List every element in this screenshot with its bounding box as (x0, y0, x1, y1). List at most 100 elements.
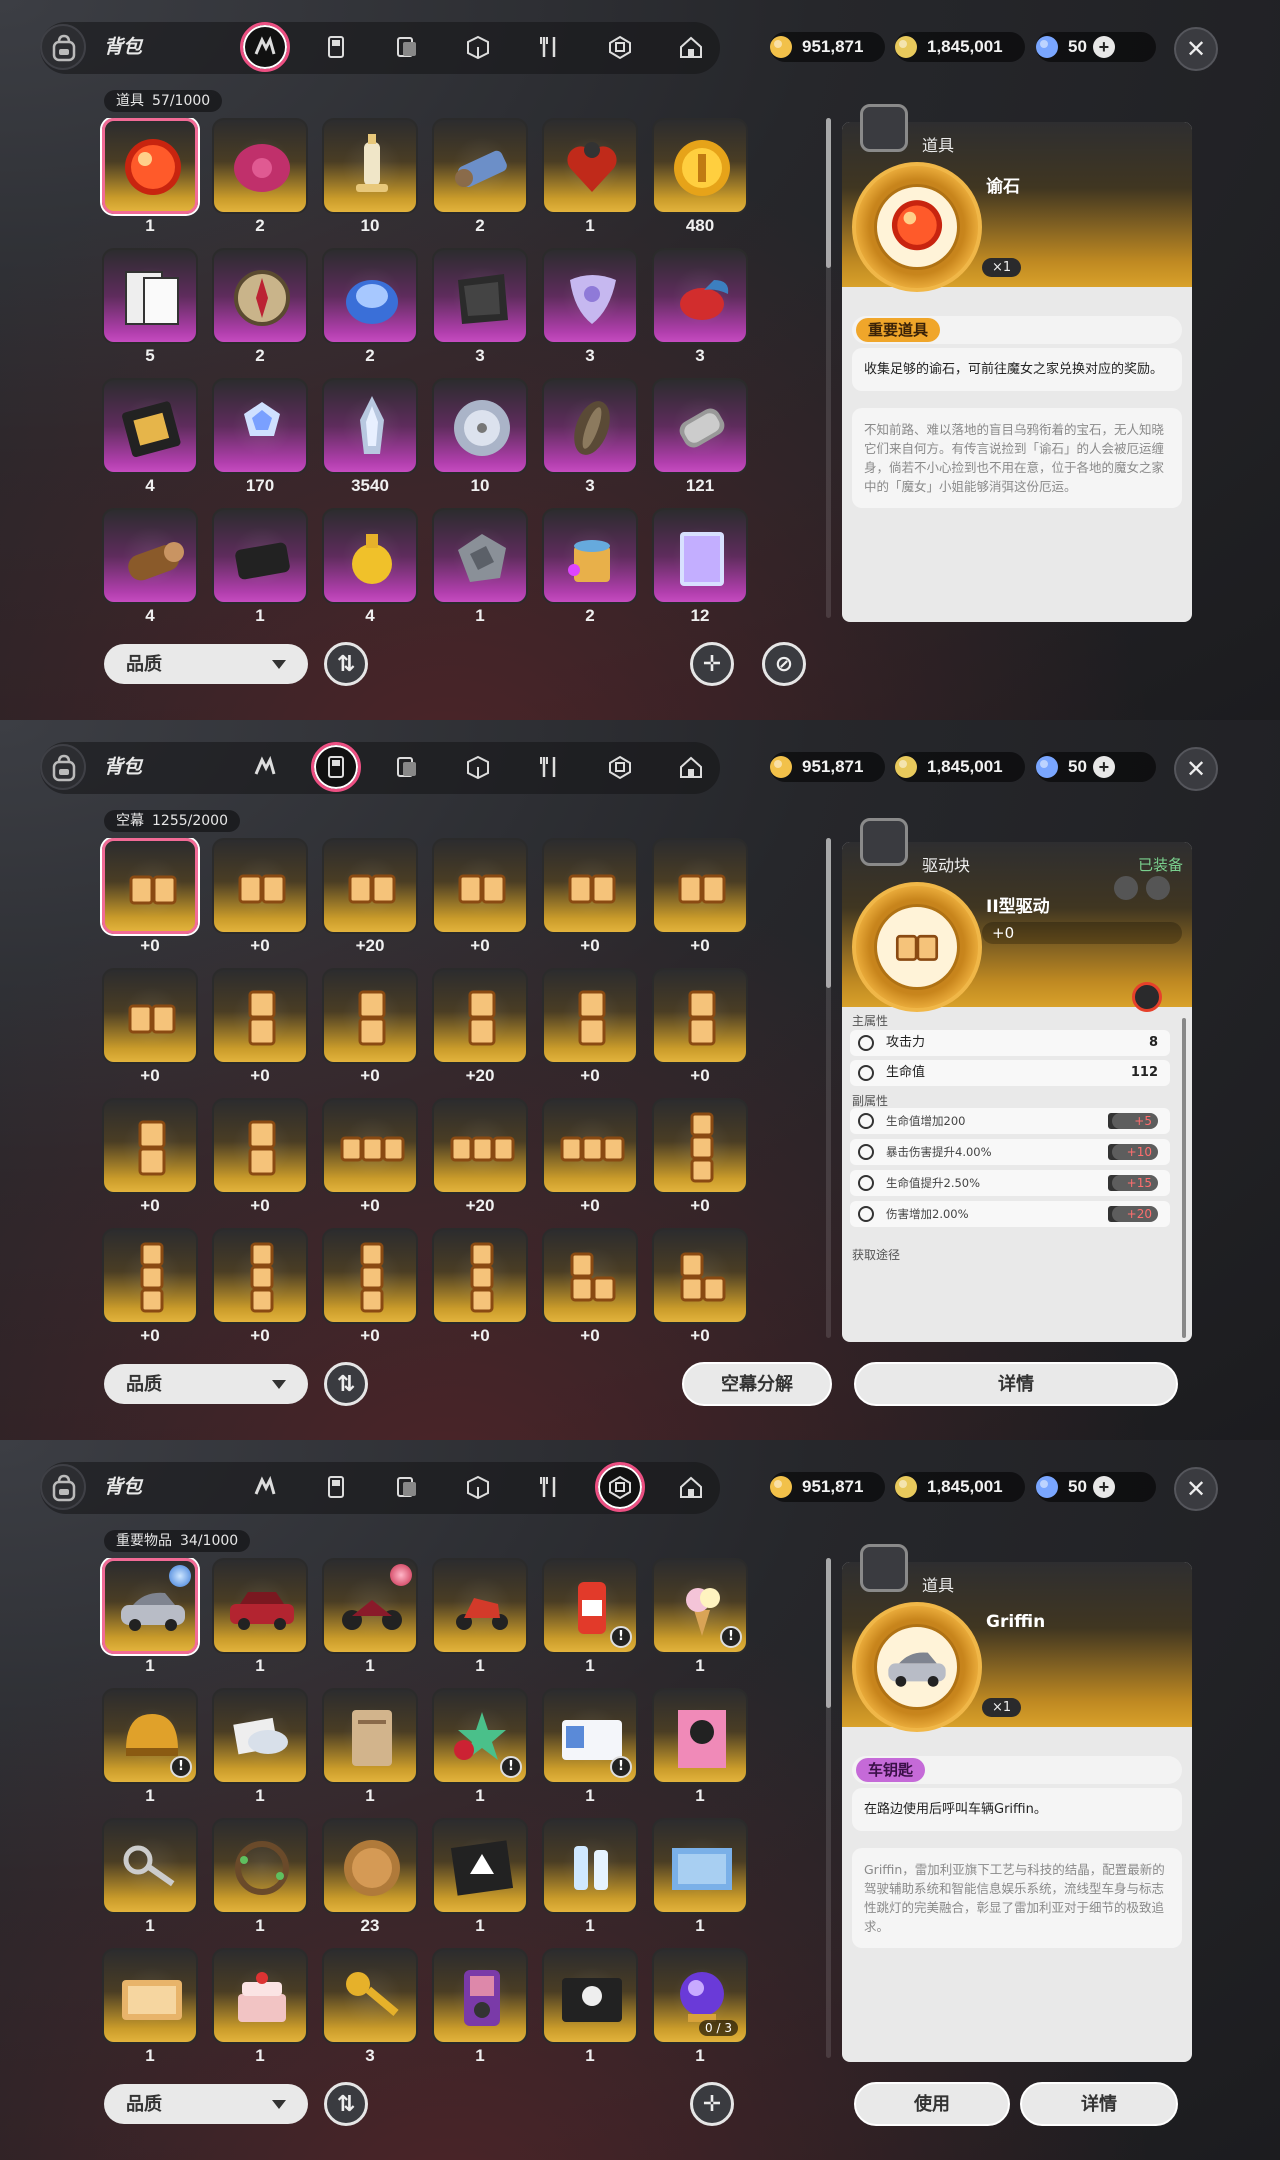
trash-icon[interactable] (1114, 876, 1138, 900)
item-slot[interactable]: 1 (210, 1948, 310, 2068)
items-tab[interactable] (245, 1467, 285, 1507)
home-tab[interactable] (671, 747, 711, 787)
item-slot[interactable]: 2 (430, 118, 530, 238)
item-slot[interactable]: +0 (540, 838, 640, 958)
key-items-tab[interactable] (600, 747, 640, 787)
item-slot[interactable]: 1 (430, 1558, 530, 1678)
item-slot[interactable]: +0 (210, 968, 310, 1088)
item-slot[interactable]: 1 (100, 1558, 200, 1678)
item-slot[interactable]: +0 (540, 1228, 640, 1348)
item-slot[interactable]: +20 (430, 968, 530, 1088)
add-crystal-button[interactable]: + (1092, 1476, 1115, 1498)
detail-scrollbar[interactable] (826, 118, 831, 618)
items-tab[interactable] (245, 747, 285, 787)
item-slot[interactable]: 1 (210, 1558, 310, 1678)
item-slot[interactable]: +0 (430, 1228, 530, 1348)
item-slot[interactable]: 3 (320, 1948, 420, 2068)
item-slot[interactable]: 1 (650, 1818, 750, 1938)
item-slot[interactable]: +0 (540, 1098, 640, 1218)
items-tab[interactable] (240, 22, 290, 72)
item-slot[interactable]: 1 (100, 1948, 200, 2068)
item-slot[interactable]: 2 (540, 508, 640, 628)
set-bonus-icon[interactable] (1132, 982, 1162, 1012)
crosshair-button[interactable]: ✛ (690, 2082, 734, 2126)
item-slot[interactable]: 2 (210, 248, 310, 368)
sort-order-button[interactable]: ⇅ (324, 642, 368, 686)
item-slot[interactable]: ! 1 (430, 1688, 530, 1808)
item-slot[interactable]: 2 (210, 118, 310, 238)
item-slot[interactable]: +0 (320, 1228, 420, 1348)
item-slot[interactable]: 2 (320, 248, 420, 368)
disable-button[interactable]: ⊘ (762, 642, 806, 686)
add-crystal-button[interactable]: + (1092, 36, 1115, 58)
scroll-thumb[interactable] (826, 838, 831, 988)
close-button[interactable]: ✕ (1174, 747, 1218, 791)
lock-icon[interactable] (1146, 876, 1170, 900)
item-slot[interactable]: 12 (650, 508, 750, 628)
item-slot[interactable]: 5 (100, 248, 200, 368)
item-slot[interactable]: 1 (430, 1948, 530, 2068)
item-slot[interactable]: +0 (540, 968, 640, 1088)
item-slot[interactable]: 4 (320, 508, 420, 628)
item-slot[interactable]: +0 (430, 838, 530, 958)
item-slot[interactable]: +0 (650, 1228, 750, 1348)
item-slot[interactable]: ! 1 (100, 1688, 200, 1808)
box-tab[interactable] (458, 747, 498, 787)
album-tab[interactable] (387, 27, 427, 67)
item-slot[interactable]: +0 (650, 1098, 750, 1218)
item-slot[interactable]: +0 (100, 838, 200, 958)
detail-inner-scrollbar[interactable] (1182, 1018, 1186, 1338)
item-slot[interactable]: 3 (650, 248, 750, 368)
item-slot[interactable]: +0 (100, 968, 200, 1088)
item-slot[interactable]: 4 (100, 508, 200, 628)
item-slot[interactable]: 10 (320, 118, 420, 238)
item-slot[interactable]: +0 (210, 1228, 310, 1348)
item-slot[interactable]: 0 / 3 1 (650, 1948, 750, 2068)
food-tab[interactable] (529, 1467, 569, 1507)
box-tab[interactable] (458, 1467, 498, 1507)
item-slot[interactable]: +0 (210, 838, 310, 958)
key-items-tab[interactable] (595, 1462, 645, 1512)
item-slot[interactable]: +0 (210, 1098, 310, 1218)
decompose-button[interactable]: 空幕分解 (682, 1362, 832, 1406)
close-button[interactable]: ✕ (1174, 27, 1218, 71)
detail-scrollbar[interactable] (826, 1558, 831, 2058)
item-slot[interactable]: +0 (100, 1228, 200, 1348)
quality-filter-dropdown[interactable]: 品质 (104, 2084, 308, 2124)
item-slot[interactable]: 1 (540, 1948, 640, 2068)
home-tab[interactable] (671, 1467, 711, 1507)
item-slot[interactable]: 10 (430, 378, 530, 498)
home-tab[interactable] (671, 27, 711, 67)
item-slot[interactable]: 1 (430, 508, 530, 628)
item-slot[interactable]: 121 (650, 378, 750, 498)
item-slot[interactable]: 1 (210, 508, 310, 628)
item-slot[interactable]: 1 (540, 118, 640, 238)
item-slot[interactable]: +0 (650, 838, 750, 958)
sort-order-button[interactable]: ⇅ (324, 2082, 368, 2126)
item-slot[interactable]: +0 (650, 968, 750, 1088)
item-slot[interactable]: 3 (540, 378, 640, 498)
item-slot[interactable]: 1 (210, 1818, 310, 1938)
item-slot[interactable]: 23 (320, 1818, 420, 1938)
sort-order-button[interactable]: ⇅ (324, 1362, 368, 1406)
quality-filter-dropdown[interactable]: 品质 (104, 1364, 308, 1404)
item-slot[interactable]: 3540 (320, 378, 420, 498)
item-slot[interactable]: +20 (320, 838, 420, 958)
item-slot[interactable]: ! 1 (540, 1558, 640, 1678)
drive-tab[interactable] (311, 742, 361, 792)
add-crystal-button[interactable]: + (1092, 756, 1115, 778)
album-tab[interactable] (387, 1467, 427, 1507)
item-slot[interactable]: +20 (430, 1098, 530, 1218)
item-slot[interactable]: ! 1 (540, 1688, 640, 1808)
scroll-thumb[interactable] (826, 118, 831, 268)
album-tab[interactable] (387, 747, 427, 787)
detail-scrollbar[interactable] (826, 838, 831, 1338)
key-items-tab[interactable] (600, 27, 640, 67)
close-button[interactable]: ✕ (1174, 1467, 1218, 1511)
item-slot[interactable]: 1 (100, 118, 200, 238)
item-slot[interactable]: +0 (320, 968, 420, 1088)
item-slot[interactable]: 170 (210, 378, 310, 498)
box-tab[interactable] (458, 27, 498, 67)
item-slot[interactable]: 1 (540, 1818, 640, 1938)
item-slot[interactable]: 1 (100, 1818, 200, 1938)
